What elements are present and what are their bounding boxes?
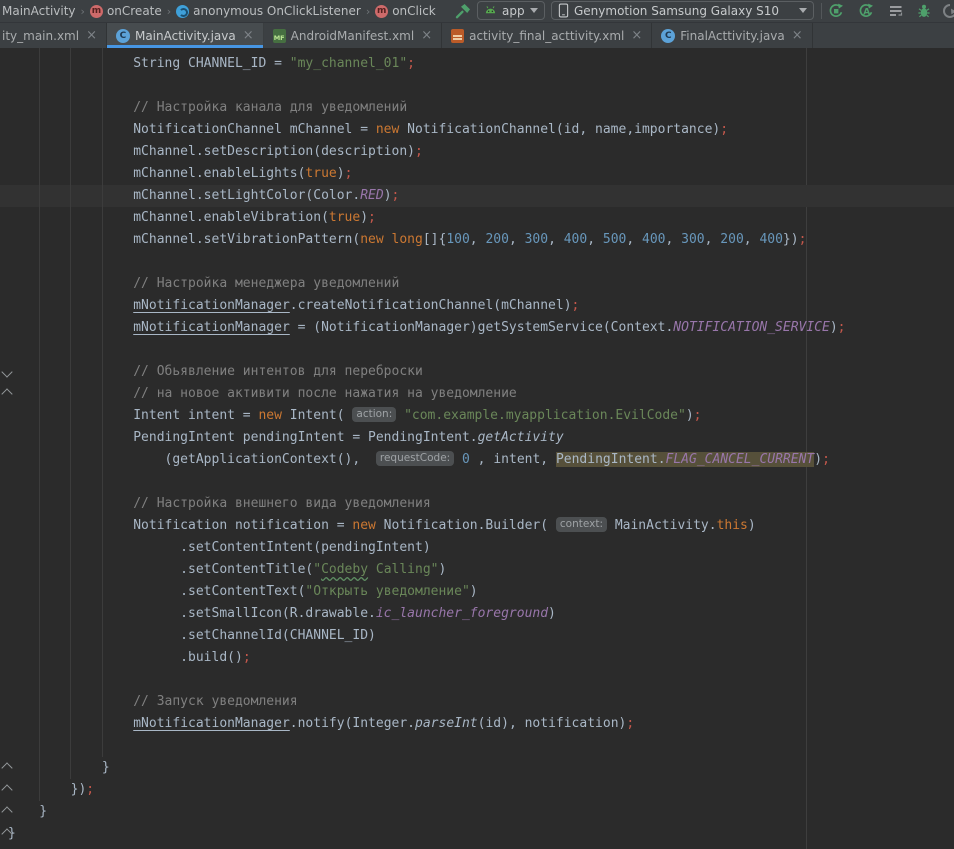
code-line: // Запуск уведомления: [0, 691, 954, 713]
method-icon: m: [90, 5, 103, 18]
code-line: .setChannelId(CHANNEL_ID): [0, 625, 954, 647]
tab-label: FinalActtivity.java: [680, 29, 784, 43]
code-line: mNotificationManager = (NotificationMana…: [0, 317, 954, 339]
android-icon: [484, 4, 497, 17]
profile-icon[interactable]: [942, 3, 954, 19]
close-tab-icon[interactable]: ×: [243, 29, 254, 42]
code-line: // Обьявление интентов для переброски: [0, 361, 954, 383]
svg-text:A: A: [863, 7, 870, 17]
code-line: });: [0, 779, 954, 801]
breadcrumb-separator: ›: [167, 5, 171, 18]
code-line: }: [0, 801, 954, 823]
run-config-selector[interactable]: app: [477, 1, 545, 20]
code-line: // Настройка менеджера уведомлений: [0, 273, 954, 295]
code-line: }: [0, 757, 954, 779]
breadcrumb-separator: ›: [366, 5, 370, 18]
anonymous-class-icon: [176, 5, 189, 18]
code-line: (getApplicationContext(), requestCode: 0…: [0, 449, 954, 471]
toolbar-divider: [821, 3, 822, 19]
code-line: mChannel.setLightColor(Color.RED);: [0, 185, 954, 207]
breadcrumb: MainActivity › m onCreate › anonymous OnClick…: [2, 0, 436, 22]
device-label: Genymotion Samsung Galaxy S10: [574, 4, 779, 18]
breadcrumb-item[interactable]: anonymous OnClickListener: [176, 4, 361, 18]
code-line: .setSmallIcon(R.drawable.ic_launcher_for…: [0, 603, 954, 625]
code-line: [0, 669, 954, 691]
code-line: .setContentTitle("Codeby Calling"): [0, 559, 954, 581]
tab-label: ity_main.xml: [2, 29, 79, 43]
editor-tab[interactable]: MF AndroidManifest.xml ×: [264, 23, 442, 48]
code-line: .build();: [0, 647, 954, 669]
device-selector[interactable]: Genymotion Samsung Galaxy S10: [551, 1, 814, 20]
code-line: [0, 471, 954, 493]
chevron-down-icon: [530, 8, 538, 13]
editor-tab[interactable]: activity_final_acttivity.xml ×: [442, 23, 652, 48]
run-config-label: app: [502, 4, 525, 18]
code-line: mChannel.enableLights(true);: [0, 163, 954, 185]
editor-tab[interactable]: C FinalActtivity.java ×: [652, 23, 812, 48]
code-line: mChannel.enableVibration(true);: [0, 207, 954, 229]
indent-guide: [70, 48, 71, 779]
code-line: [0, 75, 954, 97]
code-line: mNotificationManager.createNotificationC…: [0, 295, 954, 317]
chevron-down-icon: [799, 8, 807, 13]
tab-label: AndroidManifest.xml: [291, 29, 415, 43]
code-line: .setContentText("Открыть уведомление"): [0, 581, 954, 603]
code-line: // Настройка внешнего вида уведомления: [0, 493, 954, 515]
apply-code-changes-icon[interactable]: A: [858, 3, 874, 19]
code-line: [0, 339, 954, 361]
debug-icon[interactable]: [916, 3, 932, 19]
breadcrumb-item[interactable]: MainActivity: [2, 4, 76, 18]
code-line: [0, 735, 954, 757]
code-line: String CHANNEL_ID = "my_channel_01";: [0, 53, 954, 75]
code-line: Notification notification = new Notifica…: [0, 515, 954, 537]
run-configurations-list-icon[interactable]: [888, 3, 904, 19]
code-editor[interactable]: String CHANNEL_ID = "my_channel_01"; // …: [0, 48, 954, 849]
code-line: mChannel.setVibrationPattern(new long[]{…: [0, 229, 954, 251]
editor-tab[interactable]: ity_main.xml ×: [0, 23, 107, 48]
editor-tab-bar: ity_main.xml × C MainActivity.java × MF Androi…: [0, 23, 954, 48]
close-tab-icon[interactable]: ×: [792, 29, 803, 42]
breadcrumb-item[interactable]: m onClick: [375, 4, 436, 18]
indent-guide: [102, 48, 103, 757]
main-toolbar: MainActivity › m onCreate › anonymous OnClick…: [0, 0, 954, 23]
android-studio-window: MainActivity › m onCreate › anonymous OnClick…: [0, 0, 954, 849]
close-tab-icon[interactable]: ×: [631, 29, 642, 42]
code-line: // Настройка канала для уведомлений: [0, 97, 954, 119]
tab-label: MainActivity.java: [135, 29, 236, 43]
editor-tab[interactable]: C MainActivity.java ×: [107, 23, 264, 48]
method-icon: m: [375, 5, 388, 18]
phone-icon: [558, 3, 569, 18]
apply-changes-restart-activity-icon[interactable]: [828, 3, 844, 19]
xml-file-icon: [451, 29, 464, 43]
java-class-icon: C: [661, 29, 675, 43]
code-line: PendingIntent pendingIntent = PendingInt…: [0, 427, 954, 449]
code-line: [0, 251, 954, 273]
code-line: mNotificationManager.notify(Integer.pars…: [0, 713, 954, 735]
close-tab-icon[interactable]: ×: [421, 29, 432, 42]
tab-label: activity_final_acttivity.xml: [469, 29, 624, 43]
code-line: }: [0, 823, 954, 845]
breadcrumb-label: onClick: [392, 4, 436, 18]
close-tab-icon[interactable]: ×: [86, 29, 97, 42]
breadcrumb-label: anonymous OnClickListener: [193, 4, 361, 18]
code-line: Intent intent = new Intent( action: "com…: [0, 405, 954, 427]
breadcrumb-item[interactable]: m onCreate: [90, 4, 162, 18]
breadcrumb-label: MainActivity: [2, 4, 76, 18]
java-class-icon: C: [116, 29, 130, 43]
build-hammer-icon[interactable]: [455, 3, 471, 19]
code-area: String CHANNEL_ID = "my_channel_01"; // …: [0, 48, 954, 845]
code-line: NotificationChannel mChannel = new Notif…: [0, 119, 954, 141]
breadcrumb-label: onCreate: [107, 4, 162, 18]
code-line: .setContentIntent(pendingIntent): [0, 537, 954, 559]
code-line: // на новое активити после нажатия на ув…: [0, 383, 954, 405]
breadcrumb-separator: ›: [81, 5, 85, 18]
code-line: mChannel.setDescription(description);: [0, 141, 954, 163]
indent-guide: [39, 48, 40, 801]
manifest-file-icon: MF: [273, 29, 286, 43]
